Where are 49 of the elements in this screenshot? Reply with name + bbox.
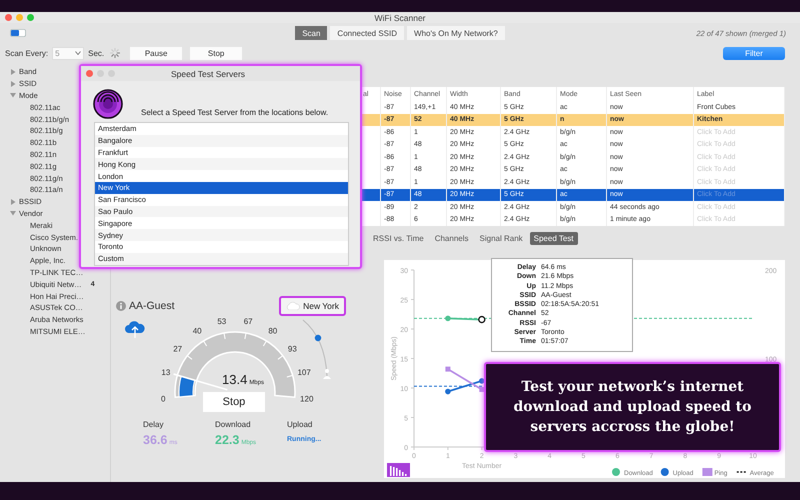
chart-tab[interactable]: Signal Rank [476,232,527,245]
close-button[interactable] [5,14,12,21]
disclosure-right-icon[interactable] [10,68,16,75]
window-title: WiFi Scanner [373,12,426,22]
gauge-tick-label: 93 [288,344,297,354]
chart-tab[interactable]: Channels [430,232,472,245]
disclosure-right-icon[interactable] [10,80,16,87]
gauge-tick-label: 80 [268,326,278,336]
disclosure-down-icon[interactable] [10,92,16,98]
gauge-tick-label: 13 [161,368,170,378]
gauge-tick-label: 0 [161,394,166,404]
spinner-icon [110,48,120,58]
stop-button[interactable]: Stop [190,46,242,60]
gauge-tick-label: 67 [244,317,253,326]
gauge-tick-label: 107 [298,368,311,378]
gauge-tick-label: 120 [300,394,314,404]
chevron-icon [75,51,82,55]
stat-label: Download [215,420,251,429]
gauge-tick-label: 40 [192,326,202,336]
app-logo-icon [93,89,123,119]
server-button[interactable]: New York [279,296,346,316]
interval-unit: Sec. [88,48,104,58]
bar-chart-icon[interactable] [387,463,410,477]
cloud-upload-icon[interactable] [125,321,145,339]
view-tab[interactable]: Who's On My Network? [407,26,505,40]
hovered-point [478,316,486,324]
scan-interval-label: Scan Every: [5,48,48,58]
dialog-title: Speed Test Servers [171,68,246,78]
view-tab[interactable]: Connected SSID [330,26,404,40]
stat-label: Upload [287,420,312,429]
stat-label: Delay [143,420,164,429]
disclosure-down-icon[interactable] [10,210,16,216]
stop-button[interactable]: Stop [203,392,265,412]
gauge-tick-label: 27 [173,344,182,354]
close-button[interactable] [86,70,93,77]
cloud-icon [286,302,300,310]
info-icon[interactable] [116,301,126,311]
minimize-button[interactable] [16,14,23,21]
sidebar-toggle-icon[interactable] [10,29,26,37]
view-tab[interactable]: Scan [295,26,328,40]
network-name: AA-Guest [129,300,175,312]
promo-callout: Test your network’s internet download and upload speed to servers accross the globe! [484,362,781,452]
disclosure-right-icon[interactable] [10,198,16,205]
zoom-button[interactable] [27,14,34,21]
dialog-prompt: Select a Speed Test Server from the locations below. [141,108,328,119]
gauge-tick-label: 53 [217,317,226,326]
pause-button[interactable]: Pause [130,46,182,60]
chart-tab[interactable]: Speed Test [530,232,578,245]
chart-tab[interactable]: RSSI vs. Time [369,232,428,245]
